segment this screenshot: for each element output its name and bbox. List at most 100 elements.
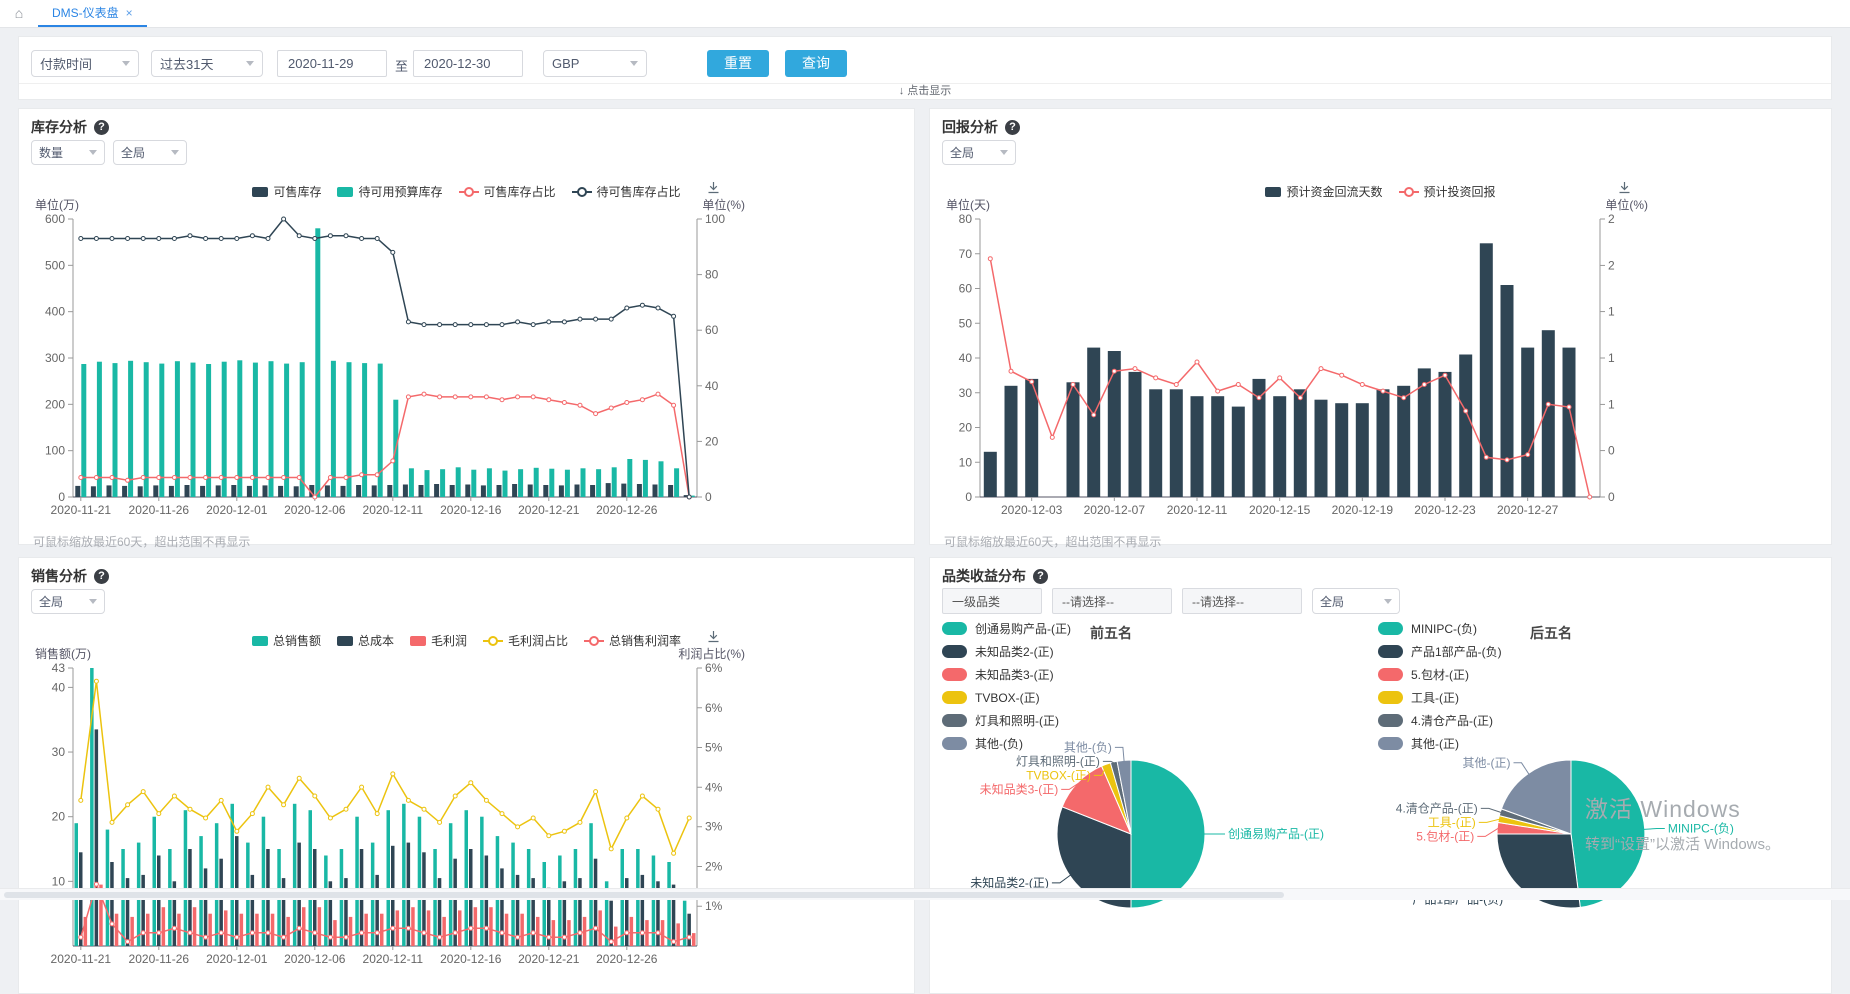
download-icon[interactable] [707,181,720,197]
category-level3-input[interactable]: --请选择-- [1182,588,1302,614]
tab-dms-dashboard[interactable]: DMS-仪表盘 × [38,0,147,27]
sales-scope-select[interactable]: 全局 [31,589,105,614]
svg-text:70: 70 [959,247,973,261]
pie-legend-item[interactable]: 产品1部产品-(负) [1378,643,1502,660]
category-pie-charts[interactable]: 创通易购产品-(正)未知品类2-(正)未知品类3-(正)TVBOX-(正)灯具和… [938,716,1823,959]
svg-text:0: 0 [1608,444,1615,458]
download-icon[interactable] [1618,181,1631,197]
svg-text:6%: 6% [705,701,723,715]
panel-sales-analysis: 销售分析 ? 全局 总销售额总成本毛利润毛利润占比总销售利润率 销售额(万)利润… [18,557,915,994]
legend-swatch [337,636,353,646]
svg-text:利润占比(%): 利润占比(%) [678,646,745,661]
chevron-down-icon [122,61,130,66]
pie-legend-item[interactable]: 工具-(正) [1378,689,1502,706]
bottom5-subtitle: 后五名 [1530,623,1572,643]
svg-text:2020-12-26: 2020-12-26 [596,503,658,517]
svg-text:20: 20 [52,810,66,824]
svg-text:2020-12-01: 2020-12-01 [206,952,268,966]
svg-text:0: 0 [58,490,65,504]
help-icon[interactable]: ? [1033,569,1048,584]
horizontal-scrollbar[interactable] [0,888,1850,900]
home-icon[interactable]: ⌂ [0,0,38,27]
date-to-input[interactable]: 2020-12-30 [413,50,523,77]
svg-text:300: 300 [45,351,65,365]
svg-text:未知品类3-(正): 未知品类3-(正) [980,782,1059,796]
query-button[interactable]: 查询 [785,50,847,77]
pie-legend-item[interactable]: 未知品类2-(正) [942,643,1071,660]
chevron-down-icon [1000,150,1008,155]
legend-swatch [337,187,353,197]
inventory-chart[interactable]: 单位(万)单位(%)010020030040050060002040608010… [29,197,789,532]
svg-text:2020-12-06: 2020-12-06 [284,952,346,966]
legend-swatch [942,645,967,658]
tab-close-icon[interactable]: × [126,6,133,20]
svg-text:400: 400 [45,305,65,319]
category-level1-input[interactable]: 一级品类 [942,588,1042,614]
currency-value: GBP [552,56,579,71]
svg-text:5.包材-(正): 5.包材-(正) [1416,829,1474,843]
date-to-value: 2020-12-30 [424,56,491,71]
svg-text:2020-11-21: 2020-11-21 [51,503,112,517]
svg-text:3%: 3% [705,820,723,834]
svg-text:60: 60 [705,323,719,337]
legend-swatch [1378,691,1403,704]
svg-text:灯具和照明-(正): 灯具和照明-(正) [1016,754,1100,768]
download-icon[interactable] [707,630,720,646]
svg-text:销售额(万): 销售额(万) [35,646,91,661]
pie-legend-item[interactable]: TVBOX-(正) [942,689,1071,706]
chevron-down-icon [171,150,179,155]
reset-button[interactable]: 重置 [707,50,769,77]
svg-text:2020-12-11: 2020-12-11 [1167,503,1228,517]
svg-text:5%: 5% [705,741,723,755]
panel-title: 品类收益分布 [942,566,1026,586]
time-field-select[interactable]: 付款时间 [31,50,139,77]
svg-text:2020-12-03: 2020-12-03 [1001,503,1063,517]
pie-legend-item[interactable]: 创通易购产品-(正) [942,620,1071,637]
returns-scope-select[interactable]: 全局 [942,140,1016,165]
panel-inventory-analysis: 库存分析 ? 数量 全局 可售库存待可用预算库存可售库存占比待可售库存占比 单位… [18,108,915,545]
legend-label: 工具-(正) [1411,689,1459,706]
help-icon[interactable]: ? [94,569,109,584]
svg-text:1: 1 [1608,397,1615,411]
legend-label: 未知品类2-(正) [975,643,1054,660]
help-icon[interactable]: ? [94,120,109,135]
help-icon[interactable]: ? [1005,120,1020,135]
chevron-down-icon [630,61,638,66]
sales-chart[interactable]: 销售额(万)利润占比(%)10203040431%2%3%4%5%6%6%202… [29,646,789,981]
legend-label: TVBOX-(正) [975,689,1040,706]
svg-text:单位(天): 单位(天) [946,197,990,212]
legend-label: 未知品类3-(正) [975,666,1054,683]
category-level2-input[interactable]: --请选择-- [1052,588,1172,614]
svg-text:43: 43 [52,661,66,675]
svg-text:50: 50 [959,316,973,330]
pie-legend-item[interactable]: 5.包材-(正) [1378,666,1502,683]
date-from-input[interactable]: 2020-11-29 [277,50,387,77]
legend-swatch [1378,645,1403,658]
scrollbar-thumb[interactable] [4,892,1284,898]
inventory-metric-select[interactable]: 数量 [31,140,105,165]
svg-text:单位(%): 单位(%) [1605,197,1648,212]
returns-chart[interactable]: 单位(天)单位(%)0102030405060708000111222020-1… [940,197,1700,532]
svg-text:10: 10 [959,455,973,469]
date-range-select[interactable]: 过去31天 [151,50,263,77]
legend-swatch [942,668,967,681]
panel-title: 回报分析 [942,117,998,137]
pie-legend-item[interactable]: 未知品类3-(正) [942,666,1071,683]
pie-legend-item[interactable]: MINIPC-(负) [1378,620,1502,637]
collapse-toggle[interactable]: ↓ 点击显示 [19,83,1831,99]
legend-label: MINIPC-(负) [1411,620,1477,637]
svg-text:60: 60 [959,282,973,296]
legend-label: 产品1部产品-(负) [1411,643,1502,660]
legend-swatch [1378,622,1403,635]
tab-label: DMS-仪表盘 [52,6,119,20]
svg-text:单位(万): 单位(万) [35,197,79,212]
svg-text:0: 0 [705,490,712,504]
filter-panel: 付款时间 过去31天 2020-11-29 至 2020-12-30 GBP 重… [18,36,1832,100]
date-to-label: 至 [395,56,408,75]
legend-swatch [252,187,268,197]
panel-return-analysis: 回报分析 ? 全局 预计资金回流天数预计投资回报 单位(天)单位(%)01020… [929,108,1832,545]
inventory-scope-select[interactable]: 全局 [113,140,187,165]
category-scope-select[interactable]: 全局 [1312,588,1400,614]
currency-select[interactable]: GBP [543,50,647,77]
legend-line-marker [572,187,592,197]
